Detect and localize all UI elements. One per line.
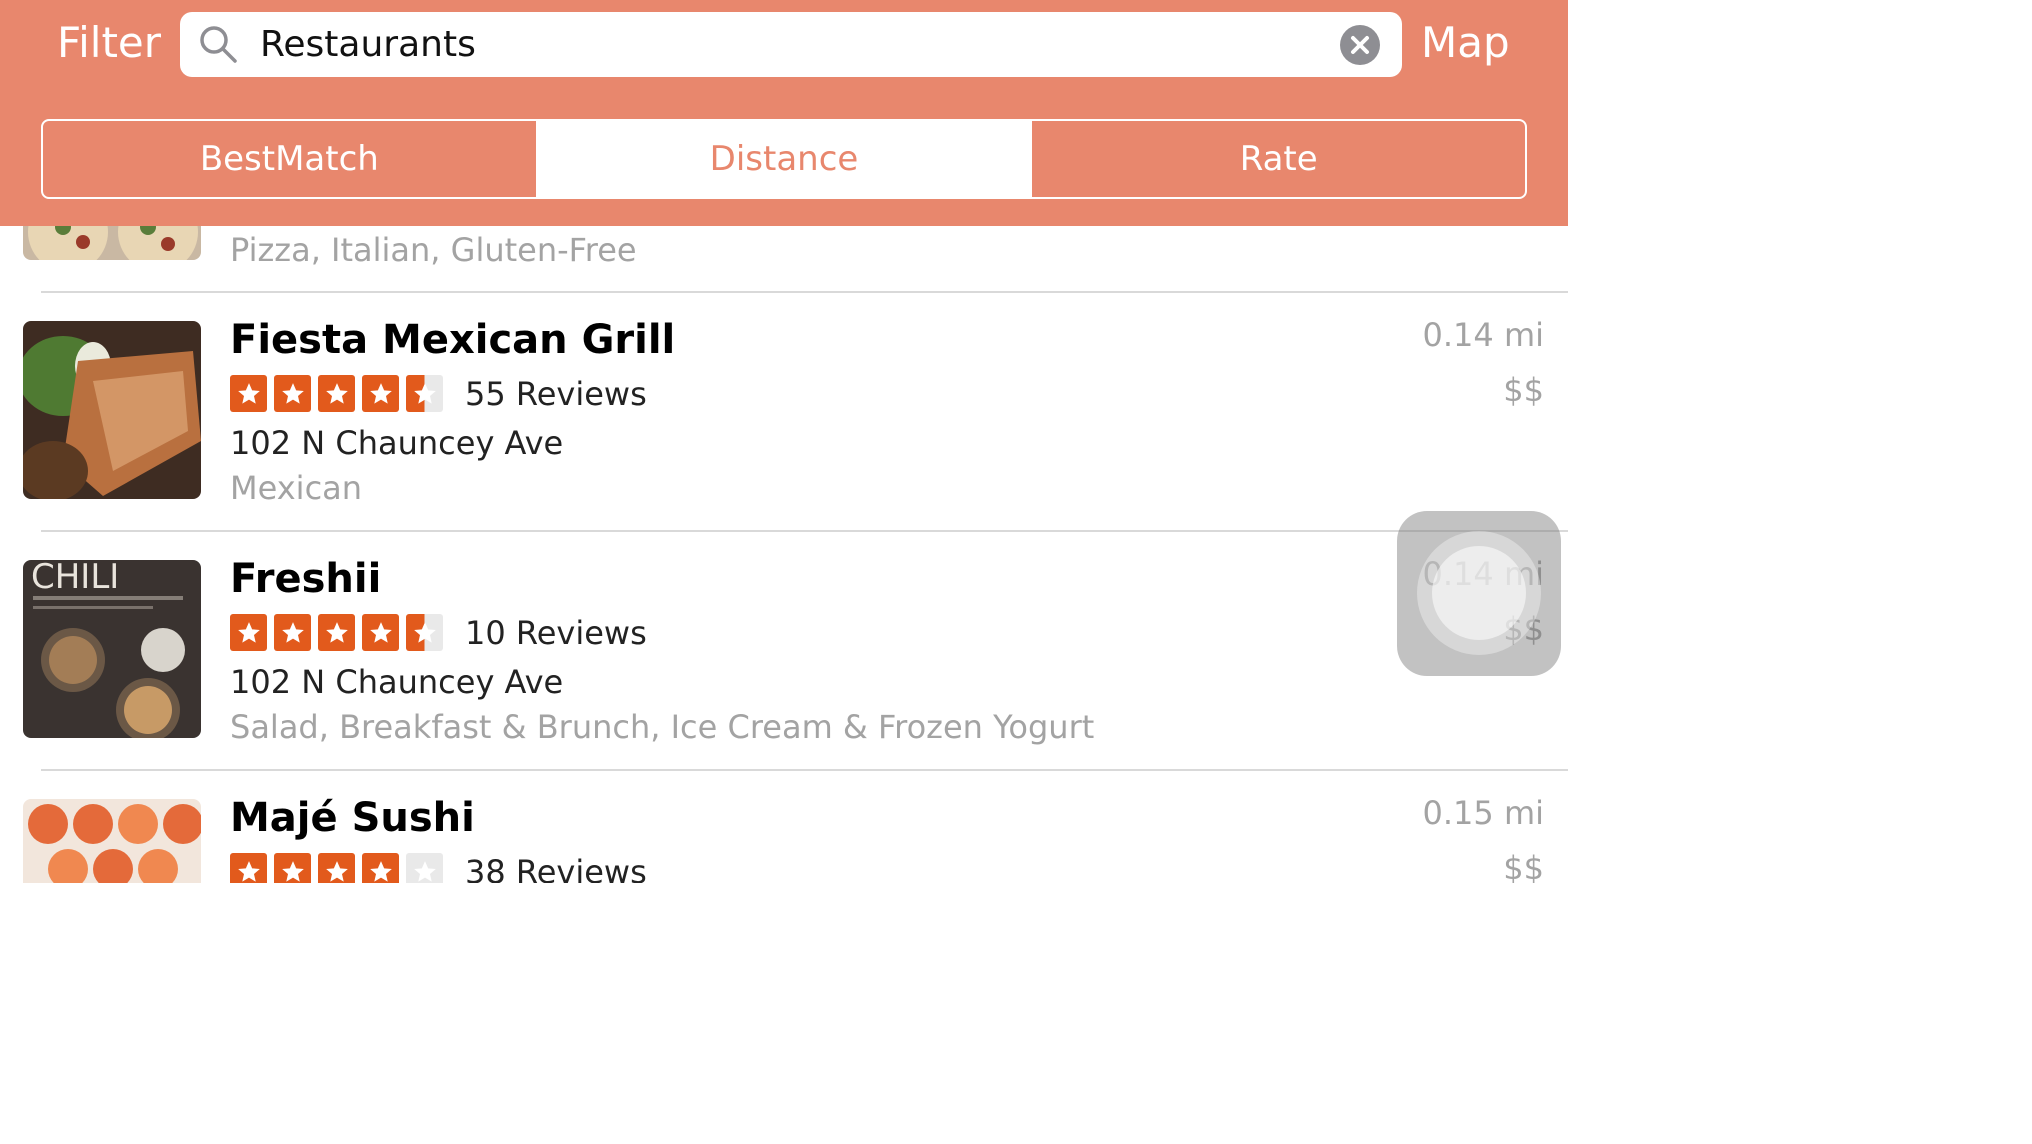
star-full-icon (318, 853, 355, 883)
search-bar[interactable] (180, 12, 1402, 77)
thumbnail-text: CHILI (31, 560, 119, 597)
restaurant-thumbnail (23, 799, 201, 883)
star-full-icon (362, 614, 399, 651)
star-full-icon (318, 375, 355, 412)
segment-best-match[interactable]: BestMatch (43, 121, 536, 197)
segment-distance[interactable]: Distance (535, 121, 1031, 197)
star-half-icon (406, 375, 443, 412)
filter-button[interactable]: Filter (57, 18, 161, 68)
star-empty-icon (406, 853, 443, 883)
price-level: $$ (1503, 371, 1544, 409)
sort-segmented-control: BestMatch Distance Rate (41, 119, 1527, 199)
star-full-icon (230, 375, 267, 412)
search-icon (200, 26, 237, 63)
review-count: 55 Reviews (465, 375, 647, 413)
star-full-icon (230, 614, 267, 651)
row-divider (41, 291, 1568, 293)
restaurant-distance: 0.14 mi (1422, 316, 1544, 354)
assistive-touch-center (1432, 546, 1526, 640)
search-input[interactable] (260, 12, 1320, 77)
star-half-icon (406, 614, 443, 651)
rating-stars (230, 853, 443, 883)
rating-stars (230, 614, 443, 651)
restaurant-address: 102 N Chauncey Ave (230, 663, 564, 701)
restaurant-categories: Mexican (230, 469, 363, 507)
clear-search-icon[interactable] (1340, 25, 1380, 65)
star-full-icon (274, 853, 311, 883)
price-level: $$ (1503, 849, 1544, 883)
restaurant-name[interactable]: Fiesta Mexican Grill (230, 315, 675, 365)
segment-rate[interactable]: Rate (1030, 121, 1525, 197)
restaurant-thumbnail: CHILI (23, 560, 201, 738)
restaurant-distance: 0.15 mi (1422, 794, 1544, 832)
star-full-icon (230, 853, 267, 883)
restaurant-categories: Salad, Breakfast & Brunch, Ice Cream & F… (230, 708, 1095, 746)
map-button[interactable]: Map (1421, 18, 1510, 68)
row-divider (41, 530, 1568, 532)
restaurant-name[interactable]: Freshii (230, 554, 381, 604)
star-full-icon (318, 614, 355, 651)
restaurant-thumbnail (23, 321, 201, 499)
row-divider (41, 769, 1568, 771)
star-full-icon (274, 614, 311, 651)
star-full-icon (362, 375, 399, 412)
star-full-icon (274, 375, 311, 412)
results-list[interactable]: Pizza, Italian, Gluten-Free Fiesta Mexic… (0, 226, 1568, 883)
review-count: 38 Reviews (465, 853, 647, 883)
restaurant-categories: Pizza, Italian, Gluten-Free (230, 231, 637, 269)
review-count: 10 Reviews (465, 614, 647, 652)
rating-stars (230, 375, 443, 412)
restaurant-thumbnail (23, 226, 201, 260)
restaurant-address: 102 N Chauncey Ave (230, 424, 564, 462)
star-full-icon (362, 853, 399, 883)
nav-header: Filter Map BestMatch Distance Rate (0, 0, 1568, 226)
restaurant-name[interactable]: Majé Sushi (230, 793, 475, 843)
